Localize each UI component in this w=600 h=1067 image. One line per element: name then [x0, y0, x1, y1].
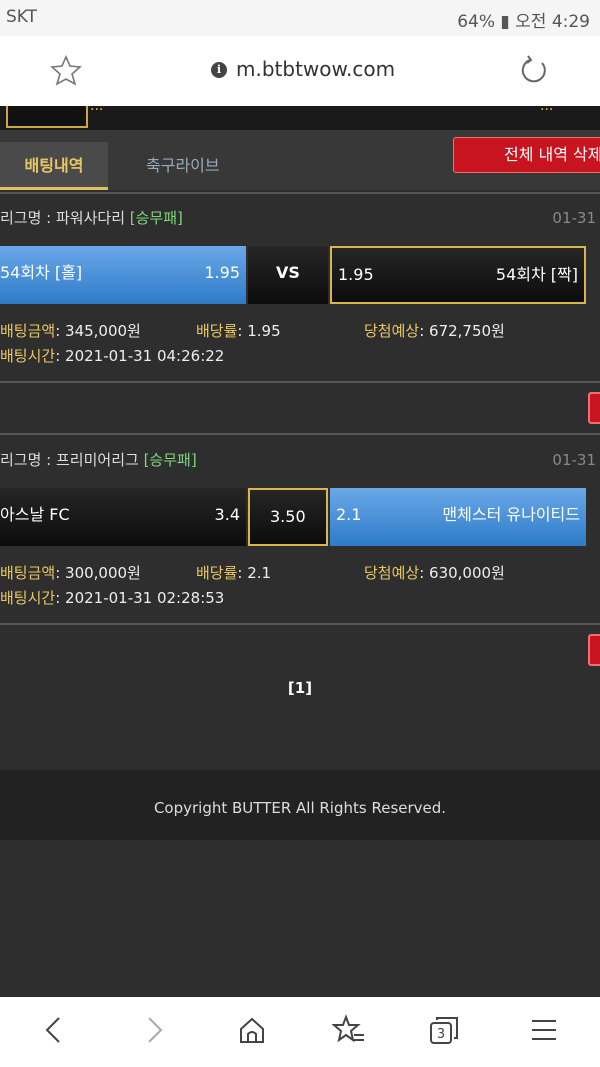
away-odds: 2.1	[336, 505, 362, 524]
tab-bar: 배팅내역 축구라이브 전체 내역 삭제	[0, 130, 600, 190]
bet-time: 배팅시간: 2021-01-31 04:26:22	[0, 345, 224, 366]
divider	[0, 623, 600, 625]
delete-all-button[interactable]: 전체 내역 삭제	[453, 137, 600, 173]
footer-copyright: Copyright BUTTER All Rights Reserved.	[0, 770, 600, 840]
time-value: : 2021-01-31 02:28:53	[55, 589, 225, 607]
away-pick[interactable]: 2.1 맨체스터 유나이티드	[330, 488, 586, 546]
tab-betting-history[interactable]: 배팅내역	[0, 142, 108, 190]
away-team: 맨체스터 유나이티드	[442, 505, 580, 524]
bet-date: 01-31	[552, 451, 596, 469]
bet-expect: 당첨예상: 630,000원	[364, 562, 505, 583]
site-info-icon[interactable]: i	[211, 62, 227, 78]
pagination-current[interactable]: [1]	[0, 679, 600, 697]
bookmarks-icon[interactable]	[332, 1014, 366, 1046]
league-tag: [승무패]	[143, 451, 197, 469]
league-label: 리그명 : 파워사다리	[0, 209, 125, 227]
draw-pick[interactable]: 3.50	[248, 488, 328, 546]
cancel-bet-button[interactable]	[588, 634, 600, 666]
draw-pick[interactable]: VS	[248, 246, 328, 304]
bet-rate: 배당률: 1.95	[196, 320, 281, 341]
league-tag: [승무패]	[129, 209, 183, 227]
amount-label: 배팅금액	[0, 564, 56, 582]
home-team: 아스날 FC	[0, 505, 70, 524]
expect-label: 당첨예상	[364, 322, 420, 340]
browser-url-bar: i m.btbtwow.com	[0, 36, 600, 106]
draw-odds: 3.50	[270, 507, 306, 526]
league-row: 리그명 : 파워사다리 [승무패] 01-31	[0, 198, 600, 238]
home-pick[interactable]: 54회차 [홀] 1.95	[0, 246, 246, 304]
rate-value: : 1.95	[237, 322, 281, 340]
home-odds: 1.95	[204, 263, 240, 282]
home-pick[interactable]: 아스날 FC 3.4	[0, 488, 246, 546]
time-label: 배팅시간	[0, 589, 56, 607]
expect-value: : 630,000원	[419, 564, 505, 582]
page-blank	[0, 840, 600, 997]
league-label: 리그명 : 프리미어리그	[0, 451, 139, 469]
amount-value: : 345,000원	[55, 322, 141, 340]
cancel-bet-button[interactable]	[588, 392, 600, 424]
browser-nav-bar: 3	[0, 997, 600, 1067]
bet-amount: 배팅금액: 300,000원	[0, 562, 141, 583]
expect-value: : 672,750원	[419, 322, 505, 340]
time-label: 배팅시간	[0, 347, 56, 365]
league-row: 리그명 : 프리미어리그 [승무패] 01-31	[0, 440, 600, 480]
vip-logo	[6, 106, 88, 128]
tab-soccer-live[interactable]: 축구라이브	[146, 142, 220, 190]
amount-label: 배팅금액	[0, 322, 56, 340]
bet-time: 배팅시간: 2021-01-31 02:28:53	[0, 587, 224, 608]
home-team: 54회차 [홀]	[0, 263, 83, 282]
menu-icon[interactable]	[530, 1014, 558, 1046]
bet-amount: 배팅금액: 345,000원	[0, 320, 141, 341]
expect-label: 당첨예상	[364, 564, 420, 582]
bet-expect: 당첨예상: 672,750원	[364, 320, 505, 341]
url-text[interactable]: m.btbtwow.com	[236, 57, 395, 81]
divider	[0, 192, 600, 194]
carrier-label: SKT	[6, 7, 38, 27]
bookmark-star-icon[interactable]	[50, 54, 82, 86]
site-header: ... ...	[0, 106, 600, 130]
bet-date: 01-31	[552, 209, 596, 227]
away-pick[interactable]: 1.95 54회차 [짝]	[330, 246, 586, 304]
header-partial-right: ...	[540, 106, 554, 114]
rate-label: 배당률	[196, 322, 238, 340]
tab-count: 3	[437, 1027, 445, 1042]
tabs-icon[interactable]: 3	[428, 1014, 462, 1046]
rate-value: : 2.1	[237, 564, 272, 582]
amount-value: : 300,000원	[55, 564, 141, 582]
reload-icon[interactable]	[518, 54, 550, 86]
home-odds: 3.4	[214, 505, 240, 524]
back-icon[interactable]	[42, 1014, 66, 1046]
vs-label: VS	[276, 263, 300, 282]
divider	[0, 381, 600, 383]
status-right: 64% ▮ 오전 4:29	[457, 12, 590, 32]
status-bar: SKT 64% ▮ 오전 4:29	[0, 0, 600, 36]
away-team: 54회차 [짝]	[495, 265, 578, 284]
divider	[0, 433, 600, 435]
header-partial-text: ...	[90, 106, 104, 114]
bet-rate: 배당률: 2.1	[196, 562, 271, 583]
rate-label: 배당률	[196, 564, 238, 582]
time-value: : 2021-01-31 04:26:22	[55, 347, 225, 365]
forward-icon[interactable]	[142, 1014, 166, 1046]
away-odds: 1.95	[338, 265, 374, 284]
home-icon[interactable]	[236, 1014, 268, 1046]
